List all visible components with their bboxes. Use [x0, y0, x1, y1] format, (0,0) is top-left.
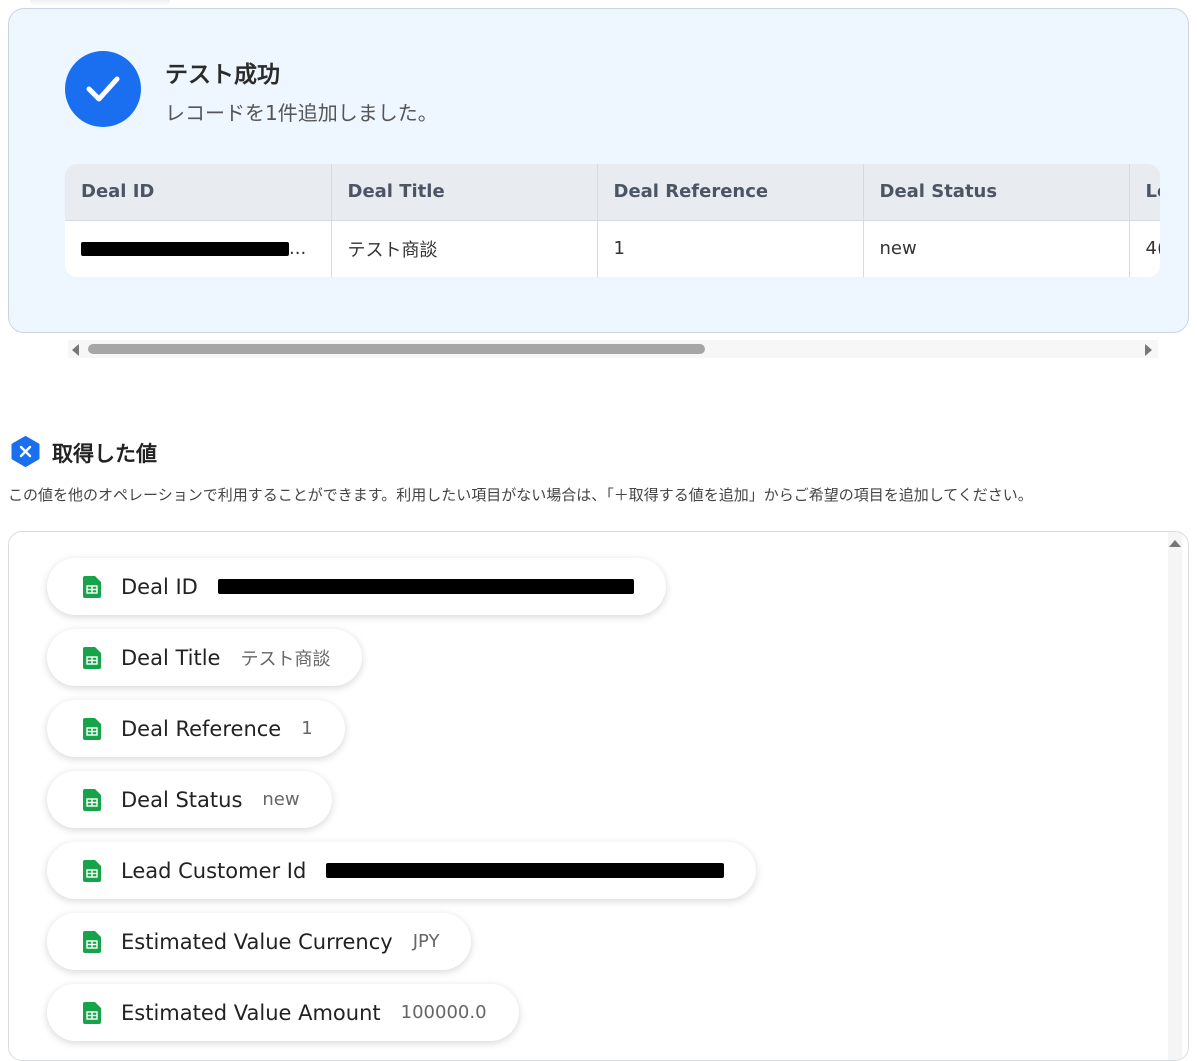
redacted-value [217, 579, 634, 594]
value-chip[interactable]: Deal ID [47, 558, 666, 615]
table-cell: テスト商談 [331, 220, 598, 277]
spreadsheet-icon [83, 788, 101, 811]
redacted-value [81, 242, 289, 257]
column-header: Deal Status [863, 164, 1130, 221]
redacted-value [326, 863, 725, 878]
value-chip[interactable]: Lead Customer Id [47, 842, 757, 899]
column-header: Deal ID [65, 164, 332, 221]
section-title: 取得した値 [52, 442, 157, 466]
variable-x-icon [10, 436, 41, 467]
table-cell: 1 [597, 220, 864, 277]
table-row: ... テスト商談 1 new 4( [65, 220, 1160, 277]
table-header-row: Deal ID Deal Title Deal Reference Deal S… [65, 164, 1160, 221]
column-header: Le [1129, 164, 1160, 221]
value-key: Deal Title [121, 645, 221, 670]
scroll-up-icon[interactable] [1169, 540, 1181, 547]
success-message: レコードを1件追加しました。 [165, 101, 438, 125]
value-chip[interactable]: Deal Status new [47, 771, 332, 828]
truncation-ellipsis: ... [289, 238, 307, 260]
scrollbar-thumb[interactable] [88, 344, 705, 354]
value-key: Deal Reference [121, 716, 282, 741]
value-chip[interactable]: Deal Reference 1 [47, 700, 345, 757]
value-key: Estimated Value Currency [121, 929, 393, 954]
value-chip[interactable]: Estimated Value Currency JPY [47, 913, 472, 970]
value-chip[interactable]: Estimated Value Amount 100000.0 [47, 984, 519, 1041]
table-cell: 4( [1129, 220, 1160, 277]
check-icon [65, 51, 141, 127]
value-key: Lead Customer Id [121, 858, 307, 883]
value-key: Estimated Value Amount [121, 1000, 381, 1025]
table-cell-deal-id: ... [65, 220, 332, 277]
value-text: JPY [412, 931, 440, 952]
horizontal-scrollbar[interactable] [68, 340, 1158, 358]
scroll-right-icon[interactable] [1145, 344, 1152, 356]
table-cell: new [863, 220, 1130, 277]
spreadsheet-icon [83, 1001, 101, 1024]
spreadsheet-icon [83, 646, 101, 669]
retrieved-values-panel: Deal ID Deal Title テスト商談 Deal Reference … [8, 531, 1189, 1061]
spreadsheet-icon [83, 575, 101, 598]
spreadsheet-icon [83, 859, 101, 882]
spreadsheet-icon [83, 717, 101, 740]
value-chip[interactable]: Deal Title テスト商談 [47, 629, 363, 686]
value-text: テスト商談 [240, 648, 331, 670]
success-title: テスト成功 [165, 62, 280, 88]
record-table: Deal ID Deal Title Deal Reference Deal S… [65, 164, 1160, 277]
column-header: Deal Reference [597, 164, 864, 221]
vertical-scrollbar[interactable] [1168, 532, 1182, 1060]
value-text: 100000.0 [400, 1002, 487, 1023]
value-text: new [262, 789, 300, 810]
value-key: Deal ID [121, 574, 198, 599]
value-text: 1 [301, 718, 313, 739]
section-description: この値を他のオペレーションで利用することができます。利用したい項目がない場合は、… [8, 486, 1033, 504]
column-header: Deal Title [331, 164, 598, 221]
spreadsheet-icon [83, 930, 101, 953]
top-edge-fade [30, 0, 170, 6]
value-key: Deal Status [121, 787, 243, 812]
test-result-panel: テスト成功 レコードを1件追加しました。 Deal ID Deal Title … [8, 8, 1189, 333]
scroll-left-icon[interactable] [72, 344, 79, 356]
